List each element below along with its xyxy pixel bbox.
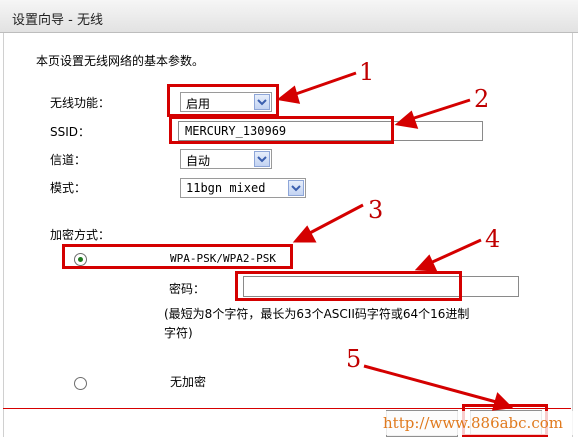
annotation-number-3: 3 (368, 196, 384, 224)
annotation-arrows (276, 71, 514, 411)
annotation-number-5: 5 (346, 345, 362, 373)
annotation-number-1: 1 (359, 58, 375, 86)
annotation-number-2: 2 (474, 85, 490, 113)
annotation-number-4: 4 (485, 225, 501, 253)
watermark: http://www.886abc.com (372, 411, 574, 435)
